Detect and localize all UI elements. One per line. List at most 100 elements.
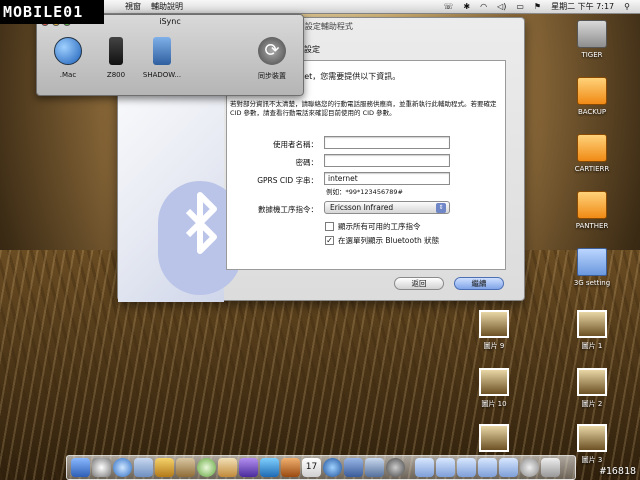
device-shadow[interactable]: SHADOW...: [137, 37, 187, 79]
desktop-icon-picture-partial[interactable]: [464, 424, 524, 455]
device-dotmac[interactable]: .Mac: [43, 37, 93, 79]
username-label: 使用者名稱：: [273, 140, 318, 149]
image-thumbnail-icon: [479, 310, 509, 338]
isync-dock-icon[interactable]: [365, 458, 384, 477]
username-field[interactable]: [324, 136, 450, 149]
modem-script-value: Ericsson Infrared: [330, 203, 394, 212]
image-thumbnail-icon: [577, 368, 607, 396]
firewire-drive-icon: [577, 77, 607, 105]
downloads-folder-icon[interactable]: [457, 458, 476, 477]
desktop-icon-cartierr[interactable]: CARTIERR: [562, 134, 622, 173]
finder-icon[interactable]: [71, 458, 90, 477]
itunes-icon[interactable]: [197, 458, 216, 477]
desktop-icon-label: TIGER: [581, 51, 603, 59]
show-all-checkbox[interactable]: [325, 222, 334, 231]
menubar-status-label: 在選單列顯示 Bluetooth 狀態: [338, 236, 440, 245]
device-label: SHADOW...: [142, 71, 182, 79]
desktop-icon-label: 圖片 9: [483, 342, 505, 350]
info-note: 若對部分資訊不太清楚，請聯絡您的行動電話服務供應商，並重新執行此輔助程式。若要確…: [230, 100, 497, 117]
gprs-example: 例如：*99*123456789#: [326, 188, 403, 196]
menubar-clock[interactable]: 星期二 下午 7:17: [551, 1, 614, 12]
dotmac-globe-icon: [54, 37, 82, 65]
desktop-icon-backup[interactable]: BACKUP: [562, 77, 622, 116]
mail-icon[interactable]: [134, 458, 153, 477]
ichat-icon[interactable]: [155, 458, 174, 477]
menubar-status-option[interactable]: ✓ 在選單列顯示 Bluetooth 狀態: [325, 235, 439, 246]
network-icon[interactable]: [520, 458, 539, 477]
volume-icon[interactable]: ◁): [497, 2, 506, 11]
applications-folder-icon[interactable]: [478, 458, 497, 477]
desktop-icon-label: 圖片 10: [481, 400, 507, 408]
desktop-icon-label: CARTIERR: [574, 165, 610, 173]
desktop-icon-panther[interactable]: PANTHER: [562, 191, 622, 230]
sync-devices-button[interactable]: ⟳ 同步裝置: [247, 37, 297, 81]
desktop-icon-label: BACKUP: [577, 108, 607, 116]
desktop-icon-label: 圖片 3: [581, 456, 603, 464]
phone-status-icon[interactable]: ☏: [443, 2, 453, 11]
pda-icon: [153, 37, 171, 65]
password-label: 密碼：: [295, 158, 319, 167]
mobile01-logo: MOBILE01: [0, 0, 104, 24]
dashboard-icon[interactable]: [92, 458, 111, 477]
folder-icon: [577, 248, 607, 276]
back-button[interactable]: 返回: [394, 277, 444, 290]
show-all-scripts-option[interactable]: 顯示所有可用的工序指令: [325, 221, 421, 232]
device-z800[interactable]: Z800: [91, 37, 141, 79]
desktop-icon-picture-10[interactable]: 圖片 10: [464, 368, 524, 409]
firewire-drive-icon: [577, 134, 607, 162]
sync-icon: ⟳: [258, 37, 286, 65]
image-thumbnail-icon: [479, 368, 509, 396]
popup-arrows-icon: ⇕: [436, 203, 446, 213]
stack-folder-icon[interactable]: [499, 458, 518, 477]
device-label: Z800: [106, 71, 126, 79]
menu-window[interactable]: 視窗: [120, 1, 146, 12]
firewire-drive-icon: [577, 191, 607, 219]
flag-icon[interactable]: ⚑: [534, 2, 541, 11]
image-thumbnail-icon: [479, 424, 509, 452]
desktop-icon-label: 3G setting: [573, 279, 611, 287]
desktop-icon-3g-setting[interactable]: 3G setting: [562, 248, 622, 287]
show-all-label: 顯示所有可用的工序指令: [338, 222, 421, 231]
dock: 17: [66, 455, 576, 480]
desktop-icon-picture-1[interactable]: 圖片 1: [562, 310, 622, 351]
desktop-icon-label: PANTHER: [575, 222, 609, 230]
section-title: 設定: [304, 45, 320, 54]
sync-dock-icon[interactable]: [386, 458, 405, 477]
desktop-icon-picture-2[interactable]: 圖片 2: [562, 368, 622, 409]
modem-script-label: 數據機工序指令：: [258, 205, 318, 214]
watermark: #16818: [599, 466, 636, 477]
documents-folder-icon[interactable]: [415, 458, 434, 477]
hard-drive-icon: [577, 20, 607, 48]
system-preferences-icon[interactable]: [344, 458, 363, 477]
bluetooth-status-icon[interactable]: ✱: [463, 2, 470, 11]
gprs-cid-field[interactable]: internet: [324, 172, 450, 185]
battery-icon[interactable]: ▭: [516, 2, 524, 11]
password-field[interactable]: [324, 154, 450, 167]
trash-icon[interactable]: [541, 458, 560, 477]
ical-icon[interactable]: 17: [302, 458, 321, 477]
isync-window: iSync .Mac Z800 SHADOW... ⟳ 同步裝置: [36, 14, 304, 96]
gprs-cid-label: GPRS CID 字串：: [257, 176, 318, 185]
image-thumbnail-icon: [577, 310, 607, 338]
imovie-icon[interactable]: [239, 458, 258, 477]
quicktime-icon[interactable]: [323, 458, 342, 477]
garageband-icon[interactable]: [281, 458, 300, 477]
desktop-icon-label: 圖片 2: [581, 400, 603, 408]
continue-button[interactable]: 繼續: [454, 277, 504, 290]
idvd-icon[interactable]: [260, 458, 279, 477]
menubar-status-checkbox[interactable]: ✓: [325, 236, 334, 245]
modem-script-popup[interactable]: Ericsson Infrared ⇕: [324, 201, 450, 214]
image-thumbnail-icon: [577, 424, 607, 452]
safari-icon[interactable]: [113, 458, 132, 477]
iphoto-icon[interactable]: [218, 458, 237, 477]
wifi-status-icon[interactable]: ◠: [480, 2, 487, 11]
desktop-icon-label: 圖片 1: [581, 342, 603, 350]
phone-icon: [109, 37, 123, 65]
desktop-icon-tiger[interactable]: TIGER: [562, 20, 622, 59]
address-book-icon[interactable]: [176, 458, 195, 477]
spotlight-icon[interactable]: ⚲: [624, 2, 630, 11]
menu-help[interactable]: 輔助說明: [146, 1, 188, 12]
pictures-folder-icon[interactable]: [436, 458, 455, 477]
sync-label: 同步裝置: [258, 72, 286, 80]
desktop-icon-picture-9[interactable]: 圖片 9: [464, 310, 524, 351]
